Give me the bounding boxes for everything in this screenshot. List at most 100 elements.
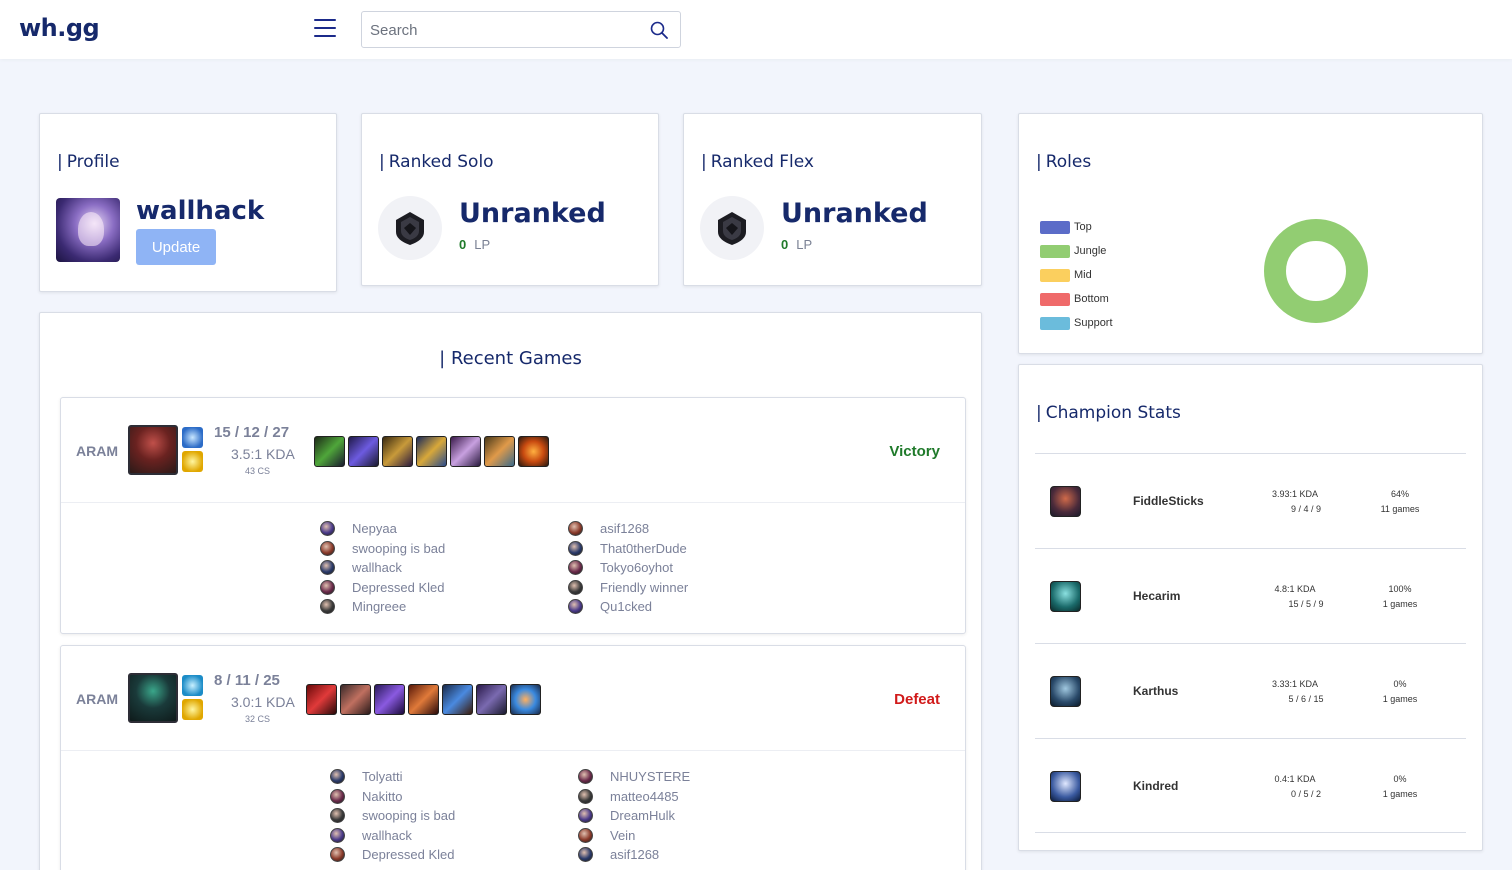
player-row[interactable]: Tokyo6oyhot: [568, 558, 688, 578]
player-row[interactable]: swooping is bad: [330, 806, 455, 826]
player-row[interactable]: That0therDude: [568, 539, 688, 559]
champion-stat-row[interactable]: FiddleSticks 3.93:1 KDA 9 / 4 / 9 64% 11 gam…: [1035, 453, 1466, 548]
player-row[interactable]: NHUYSTERE: [578, 767, 690, 787]
champion-stat-row[interactable]: Hecarim 4.8:1 KDA 15 / 5 / 9 100% 1 games: [1035, 548, 1466, 643]
champion-winrate-pct: 64%: [1390, 489, 1409, 499]
player-name[interactable]: Nakitto: [362, 789, 402, 804]
legend-item[interactable]: Support: [1040, 311, 1113, 335]
player-champion-icon: [568, 579, 583, 595]
player-name[interactable]: NHUYSTERE: [610, 769, 690, 784]
search-input[interactable]: [370, 20, 640, 40]
roles-legend: Top Jungle Mid Bottom Support: [1040, 215, 1113, 335]
player-name[interactable]: Nepyaa: [352, 521, 397, 536]
player-row[interactable]: Mingreee: [320, 597, 445, 617]
champion-kda-line: 0 / 5 / 2: [1290, 789, 1322, 799]
search-icon[interactable]: [650, 21, 668, 39]
unranked-emblem-icon: [378, 196, 442, 260]
item-icon: [340, 684, 371, 715]
update-button[interactable]: Update: [136, 229, 216, 265]
champion-name: Karthus: [1133, 684, 1179, 698]
player-champion-icon: [320, 521, 335, 537]
item-icon: [510, 684, 541, 715]
player-champion-icon: [330, 769, 345, 785]
player-name[interactable]: matteo4485: [610, 789, 679, 804]
player-name[interactable]: Depressed Kled: [352, 580, 445, 595]
player-row[interactable]: wallhack: [320, 558, 445, 578]
game-kda: 8 / 11 / 25: [214, 672, 280, 689]
player-row[interactable]: swooping is bad: [320, 539, 445, 559]
legend-label: Jungle: [1074, 245, 1107, 257]
legend-item[interactable]: Jungle: [1040, 239, 1113, 263]
player-name[interactable]: Tokyo6oyhot: [600, 560, 673, 575]
player-name[interactable]: asif1268: [610, 847, 659, 862]
profile-title: | Profile: [57, 152, 120, 172]
site-logo[interactable]: wh.gg: [19, 14, 100, 42]
legend-swatch: [1040, 220, 1070, 234]
item-icon: [382, 436, 413, 467]
team-blue: Tolyatti Nakitto swooping is bad wallhack De…: [330, 767, 455, 865]
player-row[interactable]: Friendly winner: [568, 578, 688, 598]
legend-swatch: [1040, 316, 1070, 330]
game-card[interactable]: ARAM 15 / 12 / 27 3.5:1 KDA 43 CS Victor…: [60, 397, 966, 634]
item-build: [314, 436, 549, 467]
champion-kda-line: 15 / 5 / 9: [1288, 599, 1324, 609]
player-name[interactable]: wallhack: [362, 828, 412, 843]
champion-kda-line: 9 / 4 / 9: [1290, 504, 1322, 514]
player-name[interactable]: swooping is bad: [362, 808, 455, 823]
legend-swatch: [1040, 292, 1070, 306]
player-champion-icon: [320, 540, 335, 556]
item-icon: [314, 436, 345, 467]
champion-icon: [1050, 771, 1081, 802]
player-champion-icon: [330, 827, 345, 843]
player-name[interactable]: DreamHulk: [610, 808, 675, 823]
champion-kda-ratio: 0.4:1 KDA: [1274, 774, 1316, 784]
champion-stat-row[interactable]: Kindred 0.4:1 KDA 0 / 5 / 2 0% 1 games: [1035, 738, 1466, 833]
champion-games: 1 games: [1382, 694, 1418, 704]
player-row[interactable]: asif1268: [578, 845, 690, 865]
champion-name: Kindred: [1133, 779, 1179, 793]
player-name[interactable]: That0therDude: [600, 541, 687, 556]
player-champion-icon: [568, 521, 583, 537]
legend-item[interactable]: Bottom: [1040, 287, 1113, 311]
player-row[interactable]: Nakitto: [330, 787, 455, 807]
item-icon: [408, 684, 439, 715]
champion-winrate: 64% 11 games: [1365, 487, 1435, 517]
player-champion-icon: [330, 808, 345, 824]
player-row[interactable]: Depressed Kled: [330, 845, 455, 865]
player-name[interactable]: wallhack: [352, 560, 402, 575]
champion-winrate: 0% 1 games: [1365, 677, 1435, 707]
donut-slice-jungle[interactable]: [1264, 219, 1368, 323]
player-name[interactable]: asif1268: [600, 521, 649, 536]
game-mode: ARAM: [76, 691, 118, 707]
player-row[interactable]: Qu1cked: [568, 597, 688, 617]
player-champion-icon: [330, 788, 345, 804]
game-card[interactable]: ARAM 8 / 11 / 25 3.0:1 KDA 32 CS Defeat …: [60, 645, 966, 870]
player-name[interactable]: swooping is bad: [352, 541, 445, 556]
hamburger-menu-icon[interactable]: [314, 19, 336, 39]
player-name[interactable]: Friendly winner: [600, 580, 688, 595]
player-champion-icon: [578, 808, 593, 824]
ranked-solo-title: | Ranked Solo: [379, 152, 494, 172]
player-row[interactable]: matteo4485: [578, 787, 690, 807]
player-row[interactable]: Vein: [578, 826, 690, 846]
player-name[interactable]: Depressed Kled: [362, 847, 455, 862]
champion-name: FiddleSticks: [1133, 494, 1204, 508]
profile-card: | Profile wallhack Update: [39, 113, 337, 292]
player-row[interactable]: wallhack: [330, 826, 455, 846]
ranked-flex-rank: Unranked: [781, 198, 928, 229]
player-row[interactable]: Depressed Kled: [320, 578, 445, 598]
item-icon: [476, 684, 507, 715]
legend-item[interactable]: Mid: [1040, 263, 1113, 287]
player-row[interactable]: Nepyaa: [320, 519, 445, 539]
player-row[interactable]: Tolyatti: [330, 767, 455, 787]
legend-item[interactable]: Top: [1040, 215, 1113, 239]
player-name[interactable]: Mingreee: [352, 599, 406, 614]
player-name[interactable]: Qu1cked: [600, 599, 652, 614]
player-row[interactable]: DreamHulk: [578, 806, 690, 826]
player-name[interactable]: Vein: [610, 828, 635, 843]
search-box: [361, 11, 681, 48]
item-icon: [374, 684, 405, 715]
player-name[interactable]: Tolyatti: [362, 769, 402, 784]
player-row[interactable]: asif1268: [568, 519, 688, 539]
champion-stat-row[interactable]: Karthus 3.33:1 KDA 5 / 6 / 15 0% 1 games: [1035, 643, 1466, 738]
